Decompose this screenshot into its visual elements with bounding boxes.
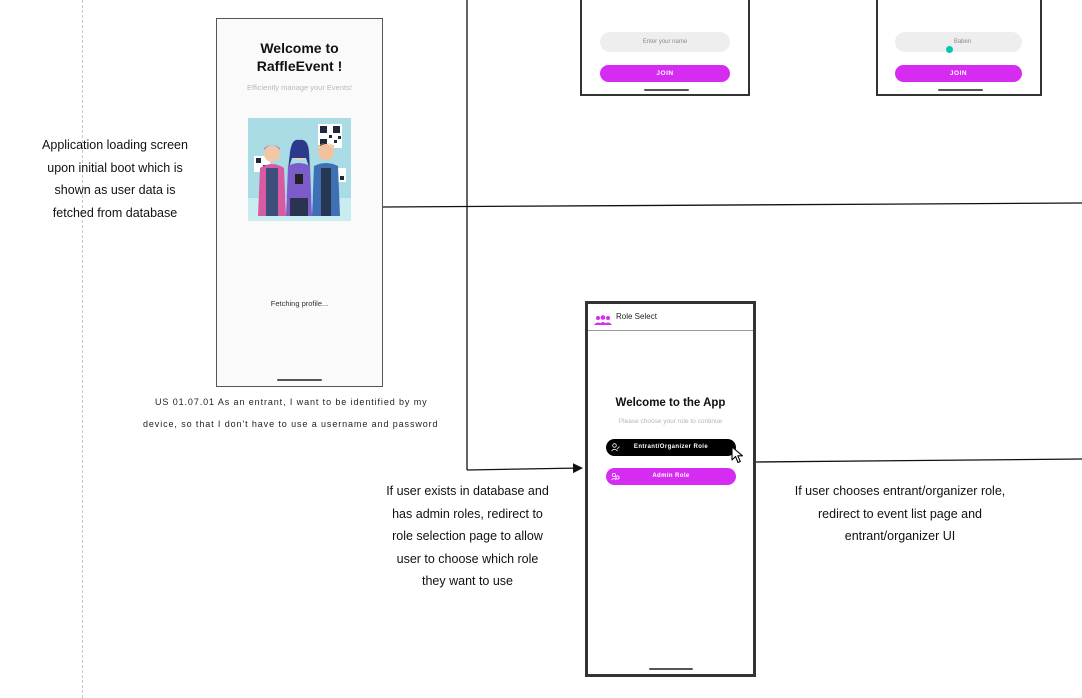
fetching-status: Fetching profile... bbox=[270, 299, 329, 308]
loading-screen-phone: Welcome to RaffleEvent ! Efficiently man… bbox=[216, 18, 383, 387]
connector-arrow-to-role-select bbox=[466, 463, 583, 474]
join-button[interactable]: JOIN bbox=[895, 65, 1022, 82]
note-line: If user chooses entrant/organizer role, bbox=[794, 484, 1006, 498]
admin-people-icon bbox=[611, 472, 620, 481]
app-bar-title: Role Select bbox=[616, 312, 657, 321]
user-story-line-1: US 01.07.01 As an entrant, I want to be … bbox=[155, 397, 428, 407]
entrant-organizer-role-button[interactable]: Entrant/Organizer Role bbox=[606, 439, 736, 456]
name-input[interactable]: Baben bbox=[895, 32, 1022, 53]
admin-redirect-note: If user exists in database and has admin… bbox=[370, 480, 565, 593]
home-indicator bbox=[649, 668, 693, 670]
note-line: If user exists in database and bbox=[386, 484, 549, 498]
person-edit-icon bbox=[611, 443, 620, 452]
connector-role-select-right bbox=[755, 458, 1082, 463]
home-indicator bbox=[277, 379, 322, 381]
home-indicator bbox=[938, 89, 983, 91]
name-input[interactable]: Enter your name bbox=[600, 32, 730, 52]
connector-horizontal-line bbox=[382, 202, 1082, 208]
note-line: Application loading screen bbox=[42, 138, 188, 152]
raffle-event-illustration bbox=[248, 118, 351, 221]
mouse-pointer-icon bbox=[731, 446, 745, 464]
note-line: they want to use bbox=[421, 574, 514, 588]
note-line: fetched from database bbox=[52, 205, 178, 220]
note-line: user to choose which role bbox=[396, 551, 539, 566]
loading-tagline: Efficiently manage your Events! bbox=[247, 83, 352, 92]
welcome-title-line2: RaffleEvent ! bbox=[256, 58, 343, 74]
user-story-line-2: device, so that I don't have to use a us… bbox=[143, 419, 439, 429]
loading-welcome-title: Welcome to RaffleEvent ! bbox=[217, 39, 382, 75]
app-bar: Role Select bbox=[588, 304, 753, 331]
entrant-organizer-role-label: Entrant/Organizer Role bbox=[633, 444, 709, 450]
name-input-value: Baben bbox=[953, 39, 972, 45]
home-indicator bbox=[644, 89, 689, 91]
note-line: upon initial boot which is bbox=[47, 160, 183, 175]
text-cursor-handle-icon bbox=[946, 46, 953, 53]
note-line: redirect to event list page and bbox=[818, 506, 982, 521]
connector-lines bbox=[382, 0, 1082, 474]
note-line: role selection page to allow bbox=[392, 529, 543, 543]
role-welcome-title: Welcome to the App bbox=[615, 397, 726, 409]
note-line: has admin roles, redirect to bbox=[392, 506, 543, 521]
note-line: shown as user data is bbox=[54, 183, 176, 197]
join-screen-phone-right: Baben JOIN bbox=[876, 0, 1042, 96]
admin-role-button[interactable]: Admin Role bbox=[606, 468, 736, 485]
loading-screen-note: Application loading screen upon initial … bbox=[30, 134, 200, 224]
join-screen-phone-left: Enter your name JOIN bbox=[580, 0, 750, 96]
admin-role-label: Admin Role bbox=[652, 473, 690, 479]
people-group-icon bbox=[594, 312, 612, 325]
entrant-redirect-note: If user chooses entrant/organizer role, … bbox=[780, 480, 1020, 548]
note-line: entrant/organizer UI bbox=[844, 529, 956, 543]
role-select-phone: Role Select Welcome to the App Please ch… bbox=[585, 301, 756, 677]
welcome-title-line1: Welcome to bbox=[260, 40, 339, 56]
role-subtitle: Please choose your role to continue bbox=[618, 418, 723, 425]
join-button[interactable]: JOIN bbox=[600, 65, 730, 82]
